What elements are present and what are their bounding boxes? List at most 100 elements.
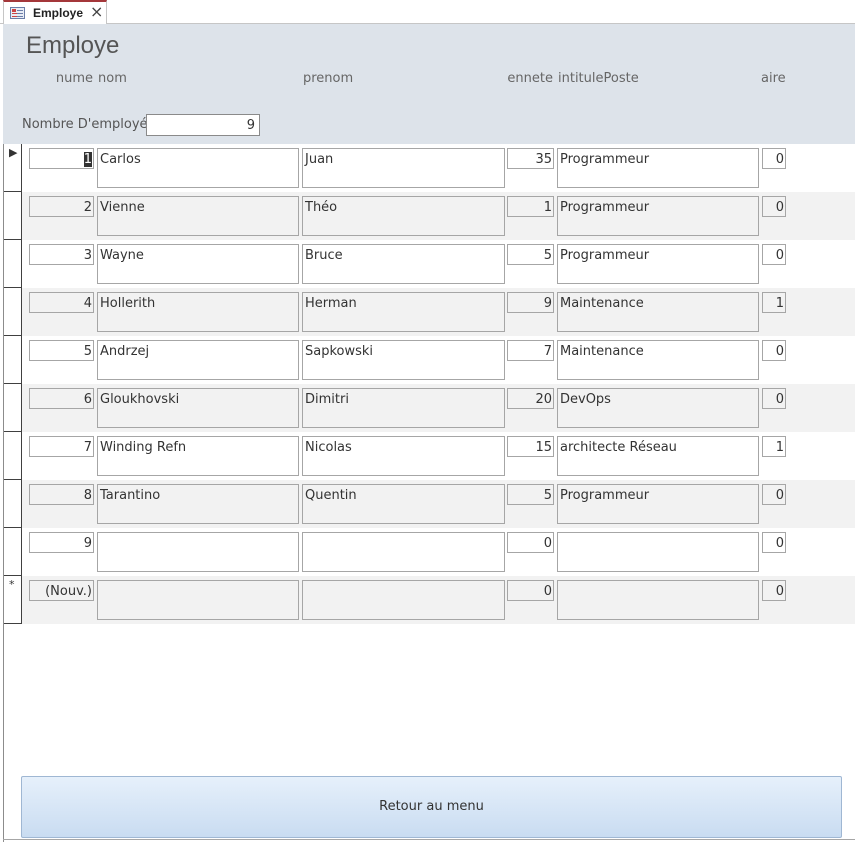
column-label-nom: nom: [98, 71, 127, 86]
record-selector[interactable]: [4, 240, 22, 288]
tab-label: Employe: [33, 6, 84, 20]
record-selector[interactable]: [4, 192, 22, 240]
column-label-prenom: prenom: [303, 71, 354, 86]
prenom-field[interactable]: Juan: [302, 148, 505, 188]
prenom-field[interactable]: Sapkowski: [302, 340, 505, 380]
table-row: 3 Wayne Bruce 5 Programmeur 0: [4, 240, 855, 288]
numero-field[interactable]: 7: [29, 436, 94, 457]
record-selector[interactable]: [4, 288, 22, 336]
nom-field[interactable]: [97, 532, 299, 572]
new-record-icon: *: [9, 578, 15, 591]
anciennete-field[interactable]: 20: [507, 388, 554, 409]
salaire-field[interactable]: 0: [762, 580, 786, 601]
intitule-poste-field[interactable]: [557, 532, 759, 572]
prenom-field[interactable]: Bruce: [302, 244, 505, 284]
record-selector[interactable]: ▶: [4, 144, 22, 192]
prenom-field[interactable]: [302, 532, 505, 572]
prenom-field[interactable]: Quentin: [302, 484, 505, 524]
employe-tab[interactable]: Employe ×: [3, 0, 107, 24]
numero-field[interactable]: 1: [29, 148, 94, 169]
form-icon: [10, 7, 25, 19]
anciennete-field[interactable]: 9: [507, 292, 554, 313]
prenom-field[interactable]: Dimitri: [302, 388, 505, 428]
numero-field[interactable]: 8: [29, 484, 94, 505]
document-tab-strip: Employe ×: [0, 0, 855, 24]
column-label-numero: nume: [55, 71, 93, 86]
anciennete-field[interactable]: 7: [507, 340, 554, 361]
anciennete-field[interactable]: 5: [507, 484, 554, 505]
table-row: 6 Gloukhovski Dimitri 20 DevOps 0: [4, 384, 855, 432]
nom-field[interactable]: Vienne: [97, 196, 299, 236]
prenom-field[interactable]: Herman: [302, 292, 505, 332]
nom-field[interactable]: Tarantino: [97, 484, 299, 524]
intitule-poste-field[interactable]: Programmeur: [557, 484, 759, 524]
salaire-field[interactable]: 0: [762, 196, 786, 217]
record-selector[interactable]: [4, 480, 22, 528]
intitule-poste-field[interactable]: [557, 580, 759, 620]
table-row: ▶ 1 Carlos Juan 35 Programmeur 0: [4, 144, 855, 192]
record-selector[interactable]: [4, 528, 22, 576]
table-row: 2 Vienne Théo 1 Programmeur 0: [4, 192, 855, 240]
nom-field[interactable]: Hollerith: [97, 292, 299, 332]
numero-field[interactable]: 6: [29, 388, 94, 409]
current-record-icon: ▶: [9, 146, 18, 159]
salaire-field[interactable]: 1: [762, 292, 786, 313]
numero-field[interactable]: 4: [29, 292, 94, 313]
numero-field[interactable]: 5: [29, 340, 94, 361]
form-title: Employe: [26, 32, 120, 59]
intitule-poste-field[interactable]: Maintenance: [557, 292, 759, 332]
column-label-anciennete: ennete: [507, 71, 553, 86]
intitule-poste-field[interactable]: Programmeur: [557, 196, 759, 236]
nom-field[interactable]: Carlos: [97, 148, 299, 188]
column-label-intitule-poste: intitulePoste: [558, 71, 639, 86]
nom-field[interactable]: Gloukhovski: [97, 388, 299, 428]
anciennete-field[interactable]: 5: [507, 244, 554, 265]
back-to-menu-button[interactable]: Retour au menu: [21, 776, 842, 838]
form-bottom-border: [3, 839, 855, 840]
numero-field[interactable]: (Nouv.): [29, 580, 94, 601]
anciennete-field[interactable]: 1: [507, 196, 554, 217]
prenom-field[interactable]: Théo: [302, 196, 505, 236]
nom-field[interactable]: Wayne: [97, 244, 299, 284]
salaire-field[interactable]: 0: [762, 484, 786, 505]
record-selector[interactable]: [4, 336, 22, 384]
numero-field[interactable]: 2: [29, 196, 94, 217]
anciennete-field[interactable]: 35: [507, 148, 554, 169]
salaire-field[interactable]: 0: [762, 244, 786, 265]
column-label-salaire: aire: [761, 71, 785, 86]
table-row: 9 0 0: [4, 528, 855, 576]
anciennete-field[interactable]: 0: [507, 580, 554, 601]
intitule-poste-field[interactable]: DevOps: [557, 388, 759, 428]
prenom-field[interactable]: Nicolas: [302, 436, 505, 476]
numero-field[interactable]: 3: [29, 244, 94, 265]
close-icon[interactable]: ×: [90, 3, 103, 21]
intitule-poste-field[interactable]: Maintenance: [557, 340, 759, 380]
record-selector[interactable]: [4, 384, 22, 432]
form-header: Employe nume nom prenom ennete intituleP…: [3, 24, 855, 144]
employee-count-field[interactable]: 9: [146, 114, 260, 136]
record-selector[interactable]: *: [4, 576, 22, 624]
salaire-field[interactable]: 1: [762, 436, 786, 457]
text-caret-selection: 1: [83, 152, 92, 167]
intitule-poste-field[interactable]: Programmeur: [557, 244, 759, 284]
anciennete-field[interactable]: 0: [507, 532, 554, 553]
salaire-field[interactable]: 0: [762, 148, 786, 169]
salaire-field[interactable]: 0: [762, 388, 786, 409]
nom-field[interactable]: Winding Refn: [97, 436, 299, 476]
record-selector[interactable]: [4, 432, 22, 480]
intitule-poste-field[interactable]: Programmeur: [557, 148, 759, 188]
nom-field[interactable]: [97, 580, 299, 620]
table-row: 8 Tarantino Quentin 5 Programmeur 0: [4, 480, 855, 528]
nom-field[interactable]: Andrzej: [97, 340, 299, 380]
table-row: 7 Winding Refn Nicolas 15 architecte Réseau 1: [4, 432, 855, 480]
prenom-field[interactable]: [302, 580, 505, 620]
employee-count-label: Nombre D'employé: [22, 117, 148, 132]
intitule-poste-field[interactable]: architecte Réseau: [557, 436, 759, 476]
table-row: 4 Hollerith Herman 9 Maintenance 1: [4, 288, 855, 336]
salaire-field[interactable]: 0: [762, 340, 786, 361]
table-row: 5 Andrzej Sapkowski 7 Maintenance 0: [4, 336, 855, 384]
anciennete-field[interactable]: 15: [507, 436, 554, 457]
numero-field[interactable]: 9: [29, 532, 94, 553]
new-record-row: * (Nouv.) 0 0: [4, 576, 855, 624]
salaire-field[interactable]: 0: [762, 532, 786, 553]
